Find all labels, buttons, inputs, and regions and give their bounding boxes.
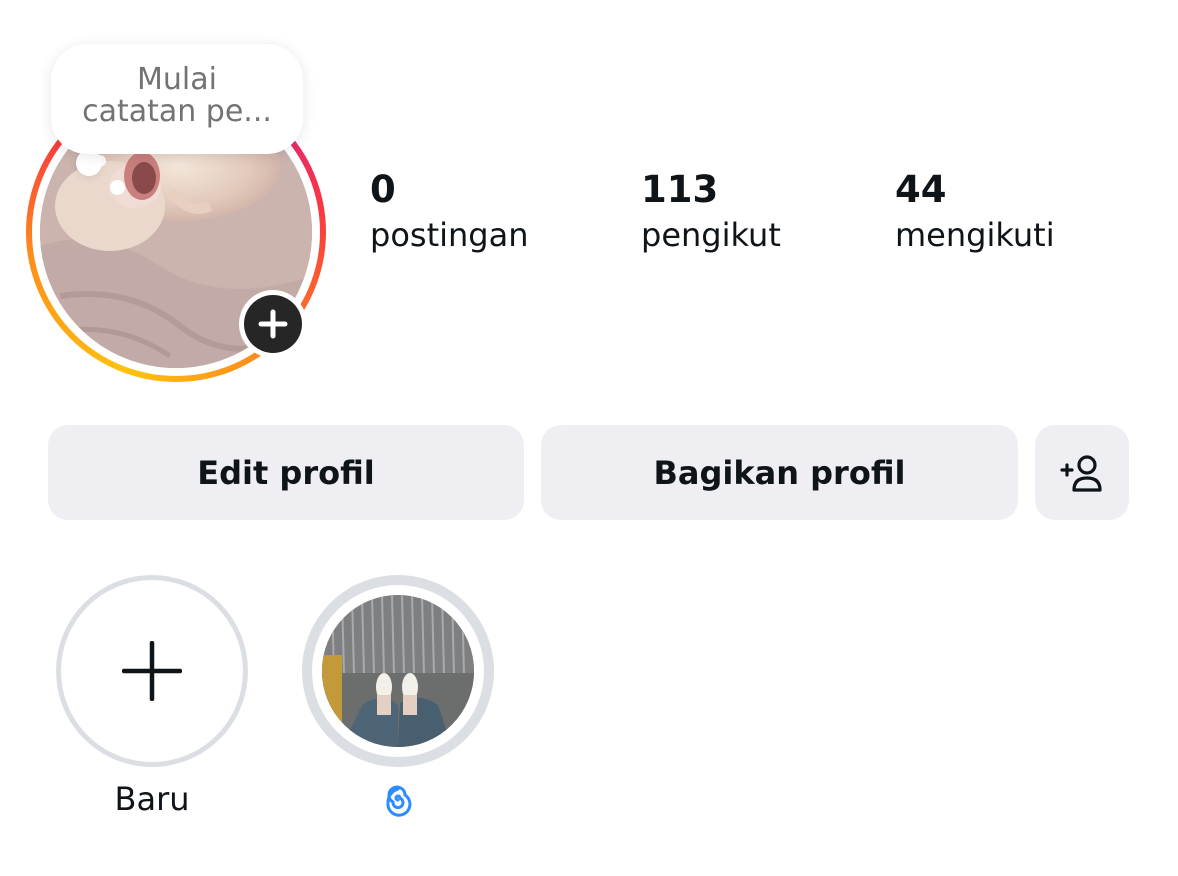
stat-following[interactable]: 44 mengikuti	[895, 168, 1055, 256]
add-story-button[interactable]	[239, 290, 307, 358]
note-text-line1: Mulai	[137, 62, 217, 97]
highlight-item[interactable]	[302, 575, 494, 817]
new-highlight-label: Baru	[114, 780, 190, 818]
note-bubble[interactable]: Mulai catatan pe...	[51, 44, 303, 154]
new-highlight-circle[interactable]	[56, 575, 248, 767]
profile-page: Mulai catatan pe... 0 postingan 113 peng…	[0, 0, 1178, 876]
plus-icon	[258, 309, 288, 339]
note-bubble-tail-small	[110, 180, 125, 195]
posts-label: postingan	[370, 216, 529, 254]
note-text-line2: catatan pe...	[82, 94, 272, 129]
stat-posts[interactable]: 0 postingan	[370, 168, 528, 256]
cyclone-emoji-icon	[386, 785, 412, 817]
stat-followers[interactable]: 113 pengikut	[641, 168, 781, 256]
discover-people-button[interactable]	[1035, 425, 1129, 520]
highlight-label	[302, 779, 494, 819]
add-person-icon	[1060, 454, 1102, 492]
following-label: mengikuti	[895, 216, 1055, 254]
followers-label: pengikut	[641, 216, 781, 254]
highlight-photo	[322, 595, 474, 747]
posts-count: 0	[370, 168, 396, 211]
edit-profile-button[interactable]: Edit profil	[48, 425, 524, 520]
followers-count: 113	[641, 168, 719, 211]
highlight-new[interactable]: Baru	[56, 575, 248, 818]
plus-icon	[122, 641, 182, 701]
following-count: 44	[895, 168, 947, 211]
highlight-cover[interactable]	[302, 575, 494, 767]
share-profile-button[interactable]: Bagikan profil	[541, 425, 1018, 520]
